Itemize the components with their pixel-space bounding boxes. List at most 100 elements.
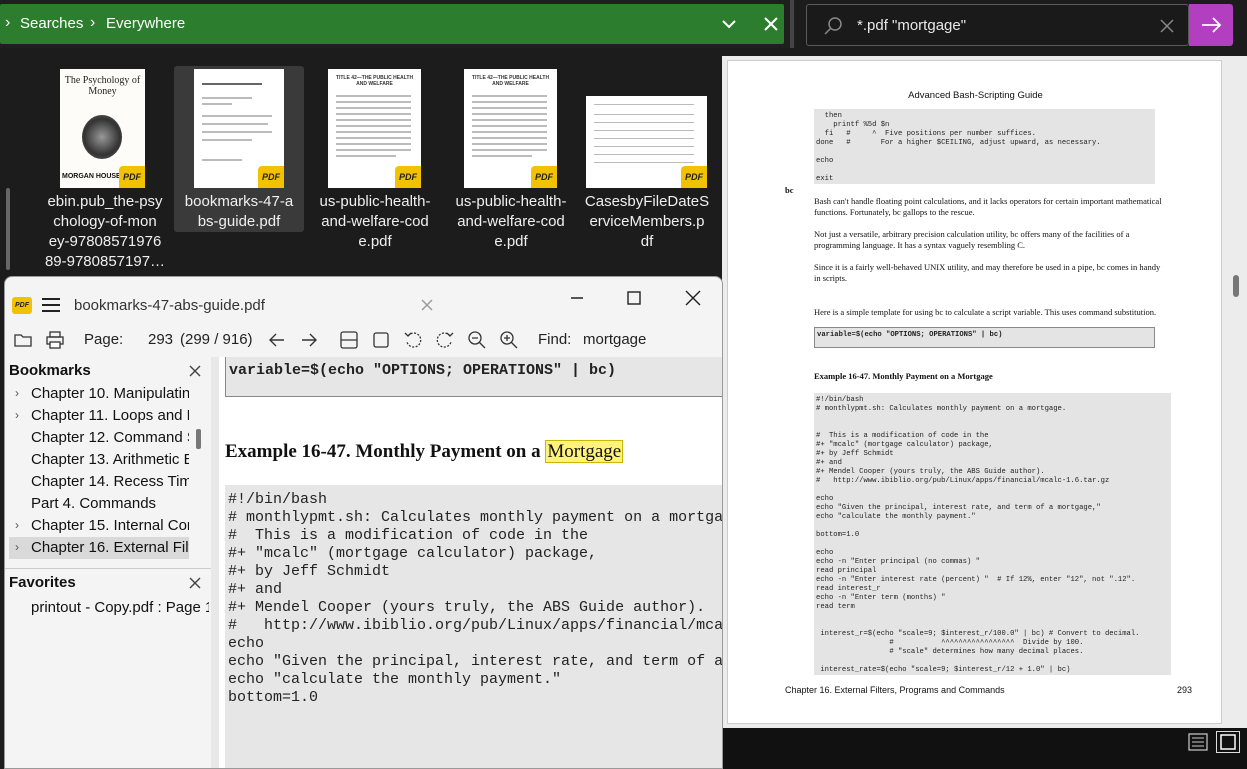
fit-page-icon[interactable] [371, 330, 391, 350]
pdf-icon: PDF [531, 166, 557, 188]
search-input[interactable]: *.pdf "mortgage" [806, 4, 1189, 46]
code-line: # monthlypmt.sh: Calculates monthly paym… [228, 509, 723, 526]
paragraph: Not just a versatile, arbitrary precisio… [814, 229, 1130, 239]
code-line: bottom=1.0 [228, 689, 319, 706]
document-tab-title[interactable]: bookmarks-47-abs-guide.pdf [74, 297, 265, 314]
paragraph: Here is a simple template for using bc t… [814, 307, 1157, 317]
code-line: #+ "mcalc" (mortgage calculator) package… [228, 545, 598, 562]
open-folder-icon[interactable] [13, 330, 33, 350]
code-line: # http://www.ibiblio.org/pub/Linux/apps/… [228, 617, 723, 634]
zoom-in-icon[interactable] [499, 330, 519, 350]
viewer-toolbar: Page: 293 (299 / 916) Find: mortgage [5, 321, 722, 357]
code-line: # This is a modification of code in the [228, 527, 589, 544]
code-line: echo "Given the principal, interest rate… [228, 653, 723, 670]
find-input[interactable]: mortgage [583, 331, 646, 348]
bookmark-item[interactable]: Chapter 12. Command S [9, 427, 189, 449]
maximize-icon[interactable] [623, 287, 645, 309]
divider [5, 568, 211, 569]
code-block: #!/bin/bash # monthlypmt.sh: Calculates … [814, 393, 1171, 675]
bookmark-item[interactable]: › Chapter 15. Internal Con [9, 515, 189, 537]
hamburger-menu-icon[interactable] [42, 298, 60, 312]
cover-art [82, 115, 122, 159]
bookmarks-header: Bookmarks [9, 362, 91, 379]
gallery-scrollbar[interactable] [6, 188, 10, 270]
bookmark-item[interactable]: › Chapter 11. Loops and B [9, 405, 189, 427]
code-line: echo [228, 635, 265, 652]
pdf-viewer-window: PDF bookmarks-47-abs-guide.pdf Page: 293… [4, 276, 723, 769]
breadcrumb-searches[interactable]: Searches [20, 15, 83, 32]
previous-page-icon[interactable] [267, 330, 287, 350]
fit-width-icon[interactable] [339, 330, 359, 350]
minimize-icon[interactable] [566, 287, 588, 309]
example-title: Example 16-47. Monthly Payment on a Mort… [814, 371, 993, 381]
chevron-down-icon[interactable] [718, 12, 740, 36]
code-line: #!/bin/bash [228, 491, 328, 508]
file-name: bookmarks-47-a bs-guide.pdf [184, 193, 294, 230]
bookmark-item[interactable]: Chapter 14. Recess Time [9, 471, 189, 493]
pane-divider[interactable] [790, 0, 794, 48]
close-favorites-icon[interactable] [188, 576, 202, 590]
code-line: #+ Mendel Cooper (yours truly, the ABS G… [228, 599, 706, 616]
sidebar-splitter[interactable] [211, 357, 219, 768]
paragraph: programming language. It has a syntax va… [814, 240, 1026, 250]
close-icon[interactable] [760, 12, 782, 36]
list-view-icon[interactable] [1188, 733, 1208, 751]
chevron-right-icon: › [15, 540, 19, 554]
bookmark-item-selected[interactable]: › Chapter 16. External Filt [9, 537, 189, 559]
chevron-right-icon: › [15, 408, 19, 422]
chevron-right-icon: › [15, 518, 19, 532]
page-count: (299 / 916) [180, 331, 253, 348]
thumbnail-view-icon[interactable] [1216, 731, 1240, 753]
thumbnail-title: TITLE 42—THE PUBLIC HEALTH AND WELFARE [335, 75, 414, 87]
viewer-titlebar: PDF bookmarks-47-abs-guide.pdf [5, 277, 722, 321]
chevron-right-icon: › [15, 386, 19, 400]
print-icon[interactable] [45, 330, 65, 350]
page-label: Page: [84, 331, 124, 348]
file-thumbnail: PDF [586, 96, 707, 188]
file-thumbnail: TITLE 42—THE PUBLIC HEALTH AND WELFARE P… [464, 69, 557, 188]
search-icon [823, 16, 843, 36]
file-name: CasesbyFileDateS erviceMembers.p df [584, 193, 710, 250]
code-line: #+ and [228, 581, 283, 598]
close-tab-icon[interactable] [420, 298, 434, 312]
code-block: #!/bin/bash # monthlypmt.sh: Calculates … [225, 485, 723, 768]
file-tile[interactable]: TITLE 42—THE PUBLIC HEALTH AND WELFARE P… [446, 66, 576, 266]
paragraph: Bash can't handle floating point calcula… [814, 196, 1162, 206]
clear-search-icon[interactable] [1157, 16, 1177, 36]
file-tile-selected[interactable]: PDF bookmarks-47-a bs-guide.pdf [174, 66, 304, 232]
code-block: then printf %5d $n fi # ^ Five positions… [814, 109, 1155, 184]
close-bookmarks-icon[interactable] [188, 364, 202, 378]
bookmarks-scrollbar[interactable] [196, 429, 201, 449]
code-block: variable=$(echo "OPTIONS; OPERATIONS" | … [225, 357, 722, 397]
term-bc: bc [785, 185, 794, 195]
thumbnail-title: TITLE 42—THE PUBLIC HEALTH AND WELFARE [471, 75, 550, 87]
code-line: variable=$(echo "OPTIONS; OPERATIONS" | … [229, 362, 617, 379]
breadcrumb-everywhere[interactable]: Everywhere [106, 15, 185, 32]
rotate-left-icon[interactable] [403, 330, 423, 350]
paragraph: functions. Fortunately, bc gallops to th… [814, 207, 975, 217]
file-name: ebin.pub_the-psy chology-of-mon ey-9780857… [44, 193, 166, 270]
code-line: echo "calculate the monthly payment." [228, 671, 562, 688]
page-number-input[interactable]: 293 [148, 331, 173, 348]
paragraph: in scripts. [814, 273, 848, 283]
next-page-icon[interactable] [299, 330, 319, 350]
bookmark-item[interactable]: Chapter 13. Arithmetic E [9, 449, 189, 471]
zoom-out-icon[interactable] [467, 330, 487, 350]
bookmark-item[interactable]: Part 4. Commands [9, 493, 189, 515]
search-highlight: Mortgage [545, 440, 624, 463]
file-tile[interactable]: The Psychology of Money MORGAN HOUSEL PD… [40, 66, 170, 270]
file-tile[interactable]: PDF CasesbyFileDateS erviceMembers.p df [582, 66, 712, 266]
favorite-item[interactable]: printout - Copy.pdf : Page 1 [9, 597, 209, 619]
document-canvas[interactable]: variable=$(echo "OPTIONS; OPERATIONS" | … [219, 357, 723, 768]
rotate-right-icon[interactable] [435, 330, 455, 350]
bookmark-item[interactable]: › Chapter 10. Manipulatin [9, 383, 189, 405]
sidebar: Bookmarks › Chapter 10. Manipulatin › Chap… [5, 357, 211, 768]
file-tile[interactable]: TITLE 42—THE PUBLIC HEALTH AND WELFARE P… [310, 66, 440, 266]
search-query[interactable]: *.pdf "mortgage" [857, 17, 966, 34]
preview-scrollbar[interactable] [1233, 275, 1239, 297]
breadcrumb[interactable]: › Searches › Everywhere [0, 4, 784, 44]
close-window-icon[interactable] [682, 287, 704, 309]
find-label: Find: [538, 331, 572, 348]
example-heading: Example 16-47. Monthly Payment on a Mort… [225, 440, 624, 463]
search-go-button[interactable] [1189, 4, 1233, 46]
